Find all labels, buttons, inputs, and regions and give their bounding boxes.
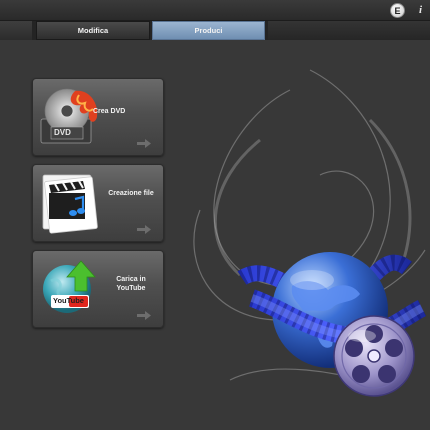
arrow-right-icon [137, 311, 151, 320]
clapper-file-icon [42, 174, 98, 234]
dvd-disc-icon [40, 88, 98, 144]
arrow-right-icon [137, 139, 151, 148]
youtube-logo-text: YouTube [53, 296, 84, 305]
create-file-button[interactable]: Creazione file [32, 164, 164, 242]
arrow-right-icon [137, 225, 151, 234]
create-dvd-button[interactable]: DVD Crea DVD [32, 78, 164, 156]
tab-spacer-right [268, 21, 430, 40]
tab-produci[interactable]: Produci [152, 21, 265, 40]
tab-modifica[interactable]: Modifica [36, 21, 150, 40]
upload-youtube-label: Carica in YouTube [116, 276, 146, 292]
globe-film-reel-illustration [237, 252, 427, 397]
dvd-badge-text: DVD [54, 128, 71, 137]
info-button[interactable]: i [414, 3, 427, 16]
create-file-label: Creazione file [108, 190, 154, 197]
youtube-globe-icon [43, 260, 96, 313]
create-dvd-label: Crea DVD [93, 108, 126, 115]
title-bar: E i [0, 0, 430, 21]
upload-youtube-button[interactable]: YouTube Carica in YouTube [32, 250, 164, 328]
tab-spacer-left [0, 21, 32, 40]
tab-bar: Modifica Produci [0, 21, 430, 40]
e-button[interactable]: E [390, 3, 405, 18]
